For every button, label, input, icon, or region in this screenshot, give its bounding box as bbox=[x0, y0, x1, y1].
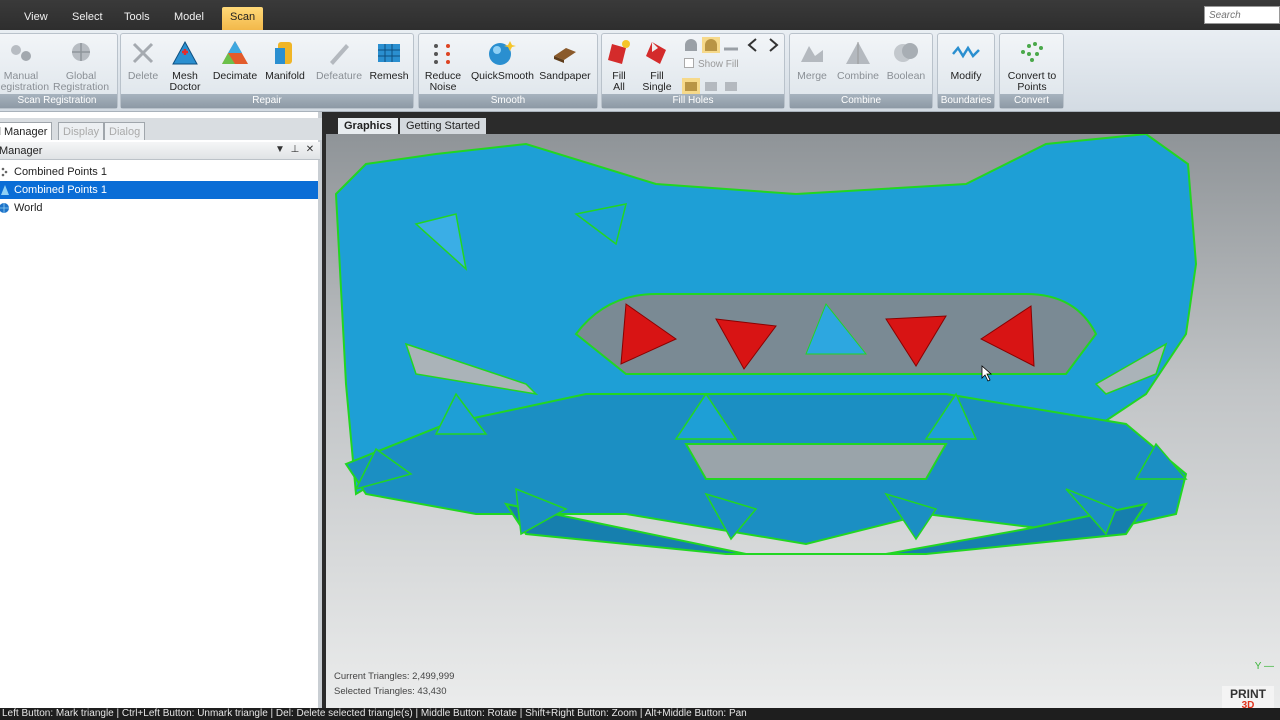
fill-flat-icon[interactable] bbox=[682, 37, 700, 53]
status-bar: Left Button: Mark triangle | Ctrl+Left B… bbox=[0, 708, 1280, 720]
modify-button[interactable]: Modify bbox=[938, 36, 994, 94]
decimate-button[interactable]: Decimate bbox=[207, 36, 263, 94]
mesh-icon bbox=[1, 185, 9, 195]
ribbon-toolbar: Manual Registration Global Registration … bbox=[0, 30, 1280, 112]
quicksmooth-icon bbox=[489, 41, 516, 65]
tab-dialog[interactable]: Dialog bbox=[104, 122, 146, 140]
fill-mode-tangent-icon[interactable] bbox=[682, 78, 700, 94]
menu-model[interactable]: Model bbox=[166, 7, 212, 27]
tree-item-label: Combined Points 1 bbox=[14, 166, 107, 178]
group-combine: Merge Combine Boolean Combine bbox=[789, 33, 933, 109]
convert-to-points-button[interactable]: Convert to Points bbox=[1002, 36, 1062, 94]
chevron-left-icon[interactable] bbox=[744, 37, 762, 53]
fill-mode-curvature-icon[interactable] bbox=[702, 78, 720, 94]
point-cloud-icon bbox=[1, 167, 8, 177]
global-registration-button[interactable]: Global Registration bbox=[53, 36, 109, 94]
tab-getting-started[interactable]: Getting Started bbox=[400, 118, 486, 134]
combine-icon bbox=[846, 42, 870, 64]
manifold-button[interactable]: Manifold bbox=[257, 36, 313, 94]
group-scan-registration: Manual Registration Global Registration … bbox=[0, 33, 118, 109]
defeature-icon bbox=[330, 44, 349, 65]
group-boundaries: Modify Boundaries bbox=[937, 33, 995, 109]
manual-registration-button[interactable]: Manual Registration bbox=[0, 36, 49, 94]
tab-graphics[interactable]: Graphics bbox=[338, 118, 398, 134]
chevron-right-icon[interactable] bbox=[764, 37, 782, 53]
quicksmooth-button[interactable]: QuickSmooth bbox=[471, 36, 534, 94]
decimate-icon bbox=[222, 41, 248, 64]
reduce-noise-icon bbox=[434, 44, 450, 64]
defeature-button[interactable]: Defeature bbox=[311, 36, 367, 94]
selected-triangles-readout: Selected Triangles: 43,430 bbox=[334, 686, 447, 697]
group-fill-holes: Fill All Fill Single Show Fill Fill Hole… bbox=[601, 33, 785, 109]
fill-single-button[interactable]: Fill Single bbox=[632, 36, 682, 94]
tree-item-combined-points-selected[interactable]: Combined Points 1 bbox=[0, 181, 318, 199]
group-label-smooth: Smooth bbox=[419, 94, 597, 108]
menu-bar: View Select Tools Model Scan bbox=[0, 0, 1280, 30]
reduce-noise-button[interactable]: Reduce Noise bbox=[415, 36, 471, 94]
group-convert: Convert to Points Convert bbox=[999, 33, 1064, 109]
graphics-viewport[interactable]: Current Triangles: 2,499,999 Selected Tr… bbox=[326, 134, 1280, 708]
tree-item-combined-points[interactable]: Combined Points 1 bbox=[0, 163, 318, 181]
menu-scan[interactable]: Scan bbox=[222, 7, 264, 30]
boolean-button[interactable]: Boolean bbox=[878, 36, 934, 94]
fill-smooth-icon[interactable] bbox=[702, 37, 720, 53]
left-panel-tabs: Model Manager Display Dialog bbox=[0, 118, 322, 140]
left-panel: Model Manager Display Dialog Model Manag… bbox=[0, 112, 322, 708]
app-window: View Select Tools Model Scan Manual Regi… bbox=[0, 0, 1280, 720]
mesh-doctor-icon bbox=[172, 40, 198, 65]
y-axis-label: Y bbox=[1254, 661, 1262, 672]
boolean-icon bbox=[894, 43, 918, 62]
fill-all-icon bbox=[608, 40, 630, 64]
car-bumper-mesh[interactable] bbox=[326, 134, 1280, 708]
axis-triad: Y — bbox=[1254, 661, 1274, 672]
group-label-scan-registration: Scan Registration bbox=[0, 94, 117, 108]
group-label-combine: Combine bbox=[790, 94, 932, 108]
tree-item-label: World bbox=[14, 202, 43, 214]
modify-icon bbox=[952, 45, 980, 59]
sandpaper-icon bbox=[554, 48, 576, 63]
print3d-logo: PRINT 3D bbox=[1222, 686, 1274, 708]
group-label-repair: Repair bbox=[121, 94, 413, 108]
convert-to-points-icon bbox=[1021, 42, 1043, 62]
tab-display[interactable]: Display bbox=[58, 122, 105, 140]
globe-icon bbox=[0, 203, 9, 213]
tree-item-label: Combined Points 1 bbox=[14, 184, 107, 196]
viewport-tabs: Graphics Getting Started bbox=[326, 112, 1280, 134]
manifold-icon bbox=[275, 42, 292, 64]
delete-icon bbox=[132, 42, 154, 64]
current-triangles-readout: Current Triangles: 2,499,999 bbox=[334, 671, 455, 682]
pin-icon[interactable]: ⊥ bbox=[288, 143, 302, 157]
dropdown-arrow-icon[interactable]: ▼ bbox=[273, 143, 287, 157]
group-smooth: Reduce Noise QuickSmooth Sandpaper Smoot… bbox=[418, 33, 598, 109]
menu-select[interactable]: Select bbox=[64, 7, 111, 27]
merge-icon bbox=[801, 46, 823, 62]
group-label-fill-holes: Fill Holes bbox=[602, 94, 784, 108]
group-label-boundaries: Boundaries bbox=[938, 94, 994, 108]
close-icon[interactable]: ✕ bbox=[303, 143, 317, 157]
global-registration-icon bbox=[72, 43, 90, 61]
group-label-convert: Convert bbox=[1000, 94, 1063, 108]
sandpaper-button[interactable]: Sandpaper bbox=[537, 36, 593, 94]
model-manager-header: Model Manager ▼ ⊥ ✕ bbox=[0, 142, 320, 160]
tree-item-world[interactable]: World bbox=[0, 199, 318, 217]
show-fill-checkbox[interactable]: Show Fill bbox=[684, 58, 739, 70]
menu-tools[interactable]: Tools bbox=[116, 7, 158, 27]
group-repair: Delete Mesh Doctor Decimate Manifold Def… bbox=[120, 33, 414, 109]
mesh-doctor-button[interactable]: Mesh Doctor bbox=[157, 36, 213, 94]
menu-view[interactable]: View bbox=[16, 7, 56, 27]
remesh-icon bbox=[378, 44, 400, 62]
fill-mode-flat-icon[interactable] bbox=[722, 78, 740, 94]
lower-vent bbox=[684, 443, 948, 480]
fill-curved-icon[interactable] bbox=[722, 37, 740, 53]
fill-single-icon bbox=[646, 42, 666, 64]
model-manager-title: Model Manager bbox=[0, 145, 43, 157]
show-fill-box[interactable] bbox=[684, 58, 694, 68]
tab-model-manager[interactable]: Model Manager bbox=[0, 122, 53, 140]
search-input[interactable] bbox=[1204, 6, 1280, 24]
remesh-button[interactable]: Remesh bbox=[361, 36, 417, 94]
manual-registration-icon bbox=[11, 45, 31, 61]
